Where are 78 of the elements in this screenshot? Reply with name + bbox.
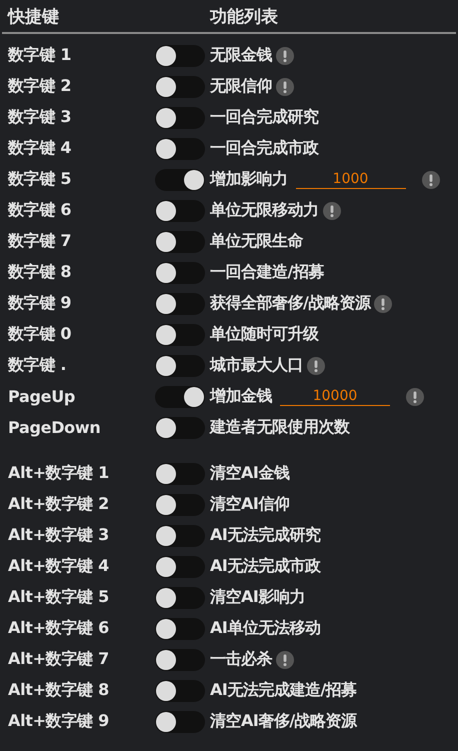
function-label: 增加影响力 (210, 169, 288, 190)
hotkey-label: Alt+数字键 1 (7, 463, 110, 484)
function-label: AI无法完成建造/招募 (210, 680, 357, 701)
hotkey-label: PageUp (7, 387, 76, 406)
function-label: AI单位无法移动 (210, 618, 320, 639)
hotkey-label: 数字键 7 (6, 231, 72, 252)
info-icon[interactable] (276, 650, 294, 668)
hotkey-label: 数字键 5 (6, 169, 72, 190)
toggle-switch[interactable] (155, 324, 205, 346)
toggle-switch[interactable] (155, 648, 205, 670)
hotkey-label: 数字键 8 (6, 262, 72, 283)
toggle-switch[interactable] (155, 292, 205, 314)
info-icon[interactable] (307, 356, 325, 374)
function-label: 城市最大人口 (210, 355, 303, 376)
toggle-switch[interactable] (155, 680, 205, 702)
hotkey-label: 数字键 6 (6, 200, 72, 221)
hotkey-label: PageDown (7, 418, 102, 437)
function-label: 单位无限生命 (210, 231, 303, 252)
toggle-switch[interactable] (155, 106, 205, 128)
toggle-switch[interactable] (155, 354, 205, 376)
info-icon[interactable] (276, 46, 294, 64)
toggle-switch[interactable] (155, 230, 205, 252)
hotkey-label: 数字键 2 (6, 76, 72, 97)
function-label: 一击必杀 (210, 649, 272, 670)
hotkey-label: 数字键 3 (6, 107, 72, 128)
info-icon[interactable] (374, 294, 392, 312)
toggle-switch[interactable] (155, 618, 205, 640)
hotkey-label: Alt+数字键 5 (7, 587, 110, 608)
info-icon[interactable] (406, 388, 424, 406)
toggle-switch[interactable] (155, 168, 205, 190)
hotkey-label: Alt+数字键 3 (7, 525, 110, 546)
toggle-switch[interactable] (155, 710, 205, 732)
function-label: 一回合完成市政 (210, 138, 318, 159)
function-label: 清空AI影响力 (210, 587, 305, 608)
toggle-switch[interactable] (155, 494, 205, 516)
column-heading: 功能列表 (210, 6, 278, 28)
hotkey-label: 数字键 0 (6, 324, 72, 345)
column-heading: 快捷键 (8, 6, 60, 28)
function-label: 清空AI奢侈/战略资源 (210, 711, 357, 732)
function-label: 单位无限移动力 (210, 200, 318, 221)
toggle-switch[interactable] (155, 76, 205, 98)
toggle-switch[interactable] (155, 262, 205, 284)
toggle-switch[interactable] (155, 462, 205, 484)
function-label: AI无法完成研究 (210, 525, 320, 546)
function-label: 一回合完成研究 (210, 107, 318, 128)
function-label: 增加金钱 (210, 386, 272, 407)
function-label: 单位随时可升级 (210, 324, 318, 345)
toggle-switch[interactable] (155, 386, 205, 408)
function-label: 无限信仰 (210, 76, 272, 97)
hotkey-label: Alt+数字键 8 (7, 680, 110, 701)
hotkey-label: 数字键 9 (6, 293, 72, 314)
toggle-switch[interactable] (155, 200, 205, 222)
toggle-switch[interactable] (155, 138, 205, 160)
hotkey-label: 数字键 1 (6, 45, 72, 66)
hotkey-label: 数字键 4 (6, 138, 72, 159)
function-label: AI无法完成市政 (210, 556, 320, 577)
hotkey-label: 数字键 . (6, 355, 68, 376)
toggle-switch[interactable] (155, 586, 205, 608)
value-field[interactable]: 1000 (296, 170, 406, 188)
hotkey-label: Alt+数字键 9 (7, 711, 110, 732)
function-label: 清空AI金钱 (210, 463, 290, 484)
function-label: 清空AI信仰 (210, 494, 290, 515)
hotkey-label: Alt+数字键 7 (7, 649, 110, 670)
toggle-switch[interactable] (155, 416, 205, 438)
info-icon[interactable] (322, 202, 340, 220)
value-field[interactable]: 10000 (280, 388, 390, 406)
hotkey-label: Alt+数字键 4 (7, 556, 110, 577)
toggle-switch[interactable] (155, 44, 205, 66)
hotkey-label: Alt+数字键 6 (7, 618, 110, 639)
function-label: 获得全部奢侈/战略资源 (210, 293, 370, 314)
function-label: 建造者无限使用次数 (210, 417, 350, 438)
hotkey-label: Alt+数字键 2 (7, 494, 110, 515)
info-icon[interactable] (276, 78, 294, 96)
function-label: 无限金钱 (210, 45, 272, 66)
toggle-switch[interactable] (155, 524, 205, 546)
toggle-switch[interactable] (155, 556, 205, 578)
function-label: 一回合建造/招募 (210, 262, 324, 283)
info-icon[interactable] (422, 170, 440, 188)
